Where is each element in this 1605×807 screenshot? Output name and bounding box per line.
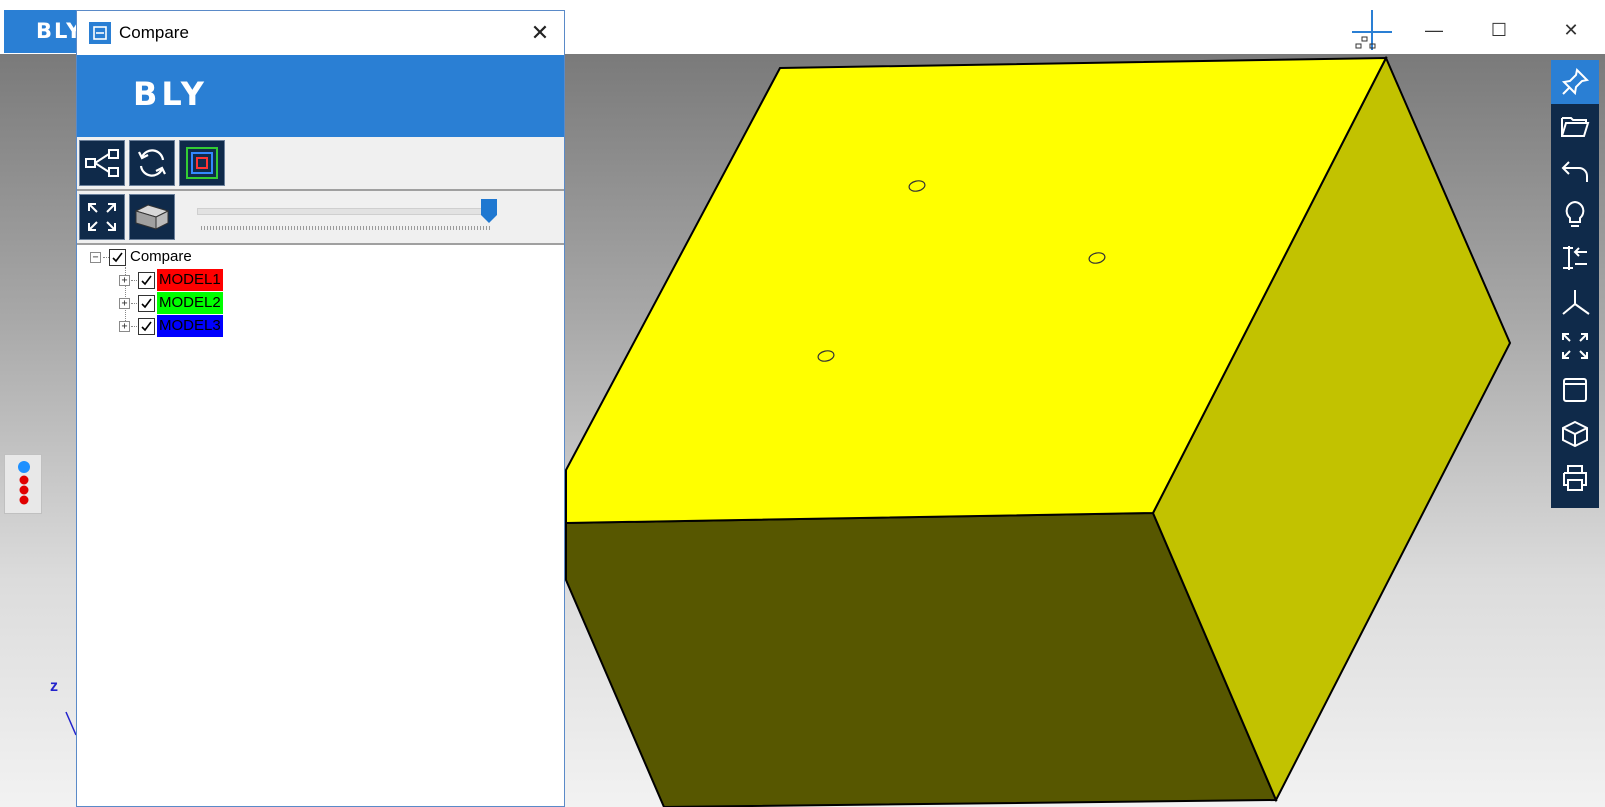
panel-toolbar-primary [77, 137, 564, 191]
model-front-face[interactable] [565, 511, 1278, 807]
slider-ticks [201, 226, 491, 230]
axis-icon[interactable] [1551, 280, 1599, 324]
panel-banner: BLY [77, 55, 564, 137]
view-dot-active [18, 461, 30, 473]
panel-toolbar-secondary [77, 191, 564, 245]
model2-checkbox[interactable] [138, 294, 155, 312]
expand-toggle[interactable]: + [119, 320, 130, 332]
fit-view-icon[interactable] [1551, 324, 1599, 368]
lightbulb-icon[interactable] [1551, 192, 1599, 236]
minimize-button[interactable]: — [1411, 10, 1457, 50]
transparency-slider-thumb[interactable] [481, 199, 497, 223]
collapse-toggle[interactable]: − [90, 251, 101, 263]
tree-item-model1[interactable]: + MODEL1 [119, 269, 223, 291]
box-view-icon[interactable] [129, 194, 175, 240]
panel-title-bar: Compare ✕ [77, 11, 564, 55]
hierarchy-icon[interactable] [79, 140, 125, 186]
network-icon[interactable] [1352, 10, 1392, 54]
tree-item-model2[interactable]: + MODEL2 [119, 292, 223, 314]
model3-label[interactable]: MODEL3 [157, 315, 223, 337]
window-view-icon[interactable] [1551, 368, 1599, 412]
z-axis-line [65, 711, 77, 736]
axis-label-z: z [50, 678, 58, 695]
tree-item-model3[interactable]: + MODEL3 [119, 315, 223, 337]
layers-icon[interactable] [179, 140, 225, 186]
bly-logo: BLY [133, 75, 208, 113]
expand-toggle[interactable]: + [119, 274, 130, 286]
model1-checkbox[interactable] [138, 271, 155, 289]
root-checkbox[interactable] [109, 248, 126, 266]
model3-checkbox[interactable] [138, 317, 155, 335]
maximize-button[interactable]: ☐ [1476, 10, 1522, 50]
compare-window-icon [89, 22, 111, 44]
compare-panel: Compare ✕ BLY − Compare + MODEL1 + MODEL… [76, 10, 565, 807]
right-toolbar [1551, 60, 1599, 508]
tree-root-label[interactable]: Compare [128, 246, 194, 268]
close-window-button[interactable]: ✕ [1548, 10, 1594, 50]
panel-title: Compare [119, 23, 189, 42]
print-icon[interactable] [1551, 456, 1599, 500]
transparency-slider-track[interactable] [197, 208, 495, 215]
panel-close-button[interactable]: ✕ [526, 19, 554, 47]
pin-icon[interactable] [1551, 60, 1599, 104]
folder-open-icon[interactable] [1551, 104, 1599, 148]
view-widget[interactable] [4, 454, 42, 514]
shape-icon[interactable] [1551, 412, 1599, 456]
app-brand-tab[interactable]: BLY [4, 10, 84, 53]
fit-icon[interactable] [79, 194, 125, 240]
model1-label[interactable]: MODEL1 [157, 269, 223, 291]
expand-toggle[interactable]: + [119, 297, 130, 309]
model2-label[interactable]: MODEL2 [157, 292, 223, 314]
refresh-icon[interactable] [129, 140, 175, 186]
align-icon[interactable] [1551, 236, 1599, 280]
tree-root-row[interactable]: − Compare [90, 246, 194, 268]
undo-icon[interactable] [1551, 148, 1599, 192]
